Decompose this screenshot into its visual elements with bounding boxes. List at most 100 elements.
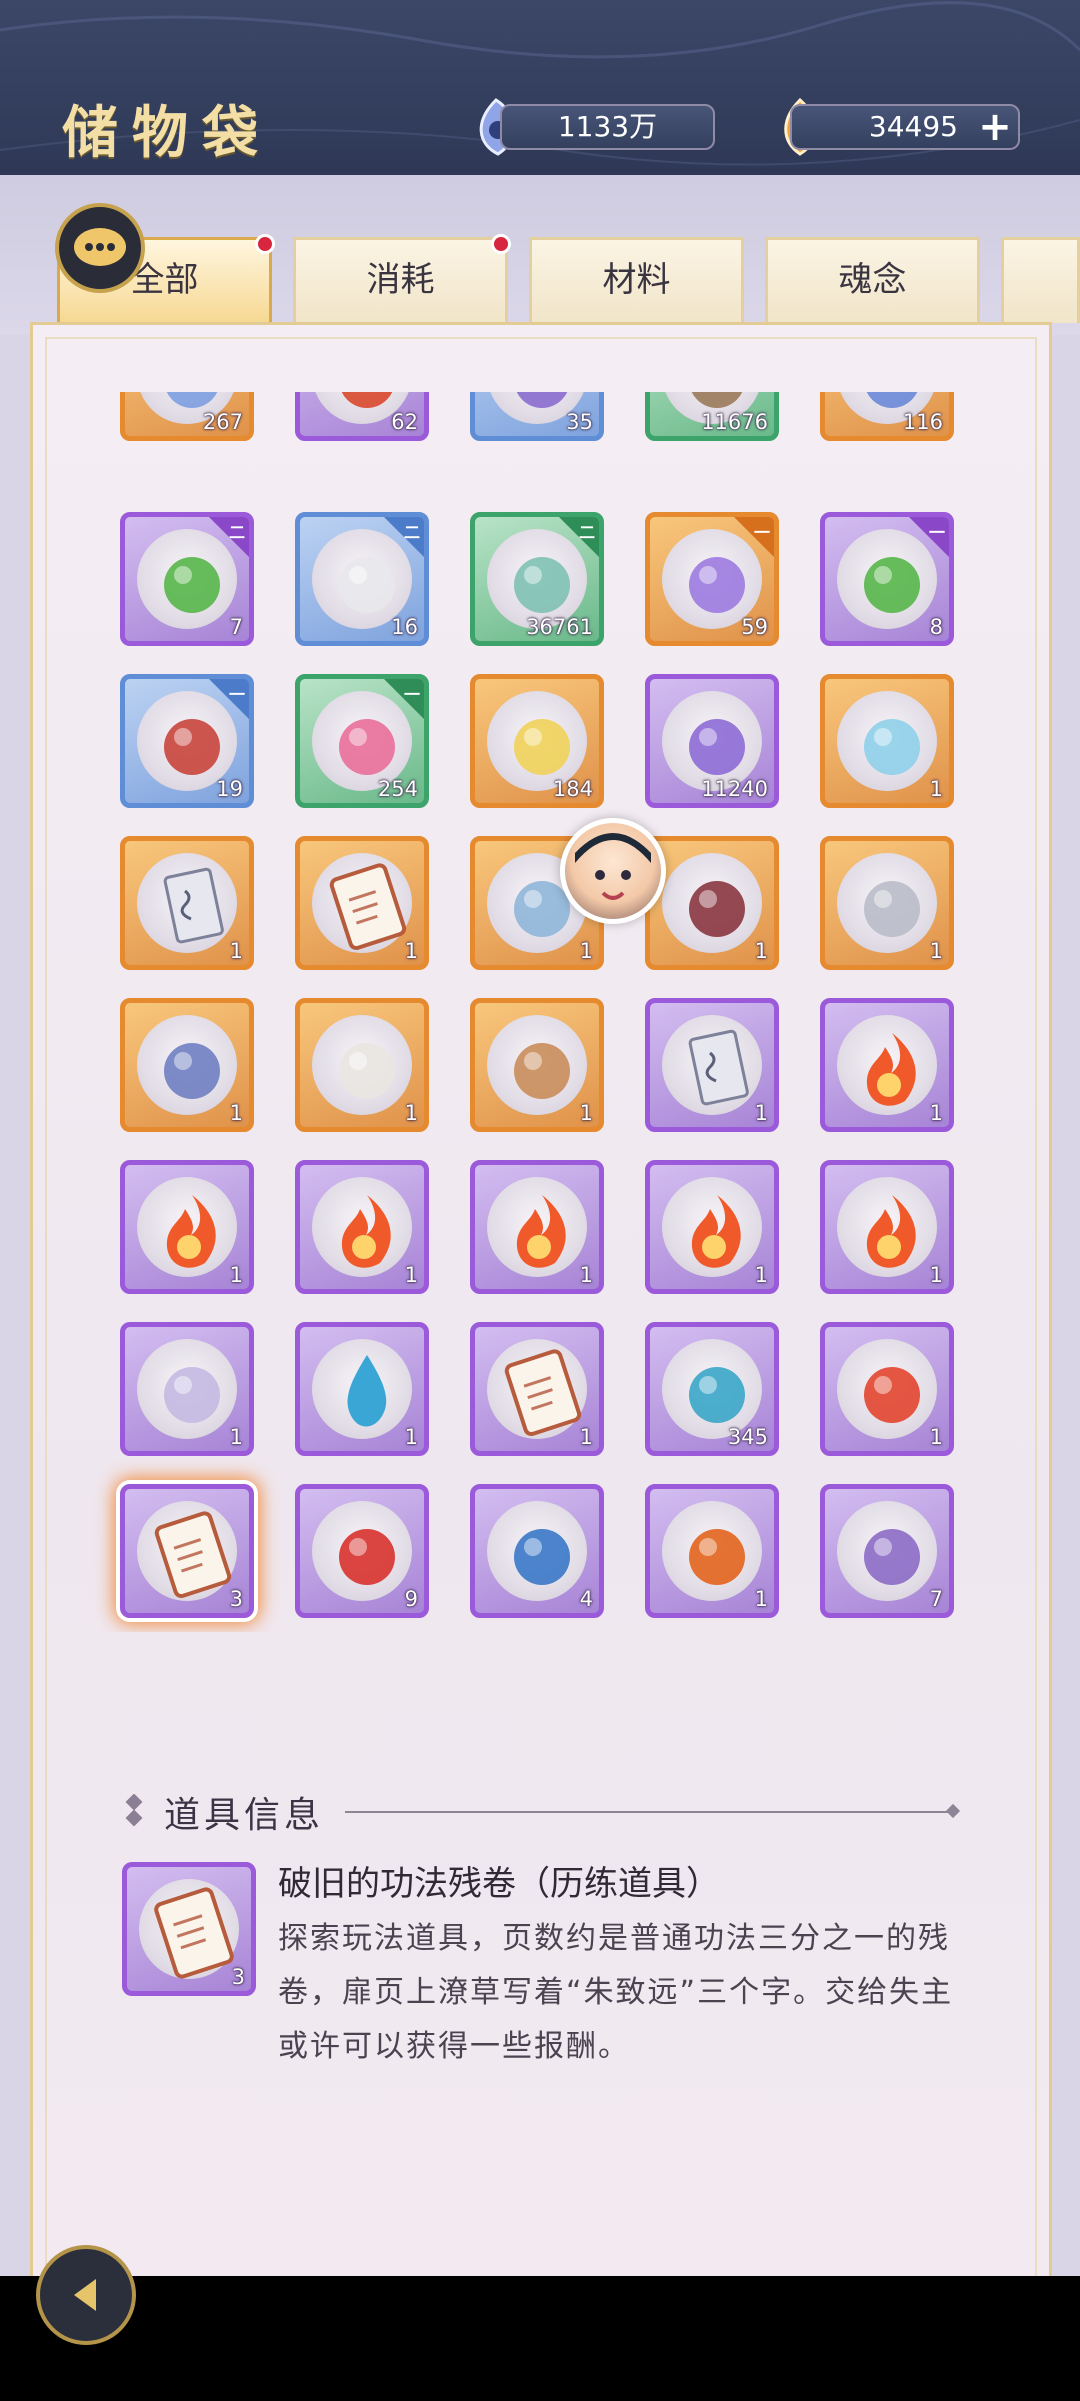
item-quantity: 59 xyxy=(741,615,768,639)
inventory-slot[interactable]: 二 36761 xyxy=(470,512,604,646)
inventory-slot[interactable]: 1 xyxy=(120,998,254,1132)
inventory-slot[interactable]: 1 xyxy=(295,836,429,970)
tier-label: 一 xyxy=(228,685,245,704)
inventory-slot[interactable]: 11240 xyxy=(645,674,779,808)
item-quantity: 254 xyxy=(377,777,418,801)
inventory-slot[interactable]: 一 59 xyxy=(645,512,779,646)
fire-icon xyxy=(691,1195,741,1268)
fire-icon xyxy=(516,1195,566,1268)
item-quantity: 345 xyxy=(727,1425,768,1449)
scroll-icon xyxy=(329,863,407,951)
inventory-slot[interactable]: 1 xyxy=(470,1322,604,1456)
red-fire-orb-icon xyxy=(339,1529,395,1585)
item-quantity: 1 xyxy=(229,939,243,963)
inventory-slot[interactable]: 1 xyxy=(295,1160,429,1294)
blue-fire-orb-icon xyxy=(514,1529,570,1585)
tier-label: 一 xyxy=(403,685,420,704)
inventory-slot[interactable]: 35 xyxy=(470,392,604,441)
red-dot-badge xyxy=(491,234,511,254)
inventory-slot[interactable]: 1 xyxy=(645,836,779,970)
scroll-icon xyxy=(154,1887,234,1979)
inventory-slot[interactable]: 二7 xyxy=(120,512,254,646)
inventory-slot[interactable]: 1 xyxy=(470,1160,604,1294)
water-drop-icon xyxy=(347,1355,387,1427)
item-quantity: 1 xyxy=(929,1263,943,1287)
item-quantity: 19 xyxy=(216,777,243,801)
item-quantity: 7 xyxy=(929,1587,943,1611)
item-quantity: 35 xyxy=(566,410,593,434)
red-dot-badge xyxy=(255,234,275,254)
item-quantity: 1 xyxy=(404,1263,418,1287)
add-currency-button[interactable]: + xyxy=(975,107,1015,148)
item-quantity: 116 xyxy=(902,410,943,434)
tier-label: 二 xyxy=(403,523,420,542)
inventory-slot[interactable]: 184 xyxy=(470,674,604,808)
inventory-slot[interactable]: 1 xyxy=(295,998,429,1132)
inventory-slot[interactable]: 1 xyxy=(120,1160,254,1294)
diamond-ornament-icon xyxy=(125,1794,143,1827)
item-quantity: 16 xyxy=(391,615,418,639)
fire-icon xyxy=(866,1195,916,1268)
tab-soul[interactable]: 魂念 xyxy=(765,237,980,323)
inventory-slot[interactable]: 一 19 xyxy=(120,674,254,808)
scroll-icon xyxy=(504,1349,582,1437)
inventory-slot[interactable]: 11676 xyxy=(645,392,779,441)
tab-more-partial[interactable] xyxy=(1001,237,1080,323)
floating-assistant-avatar[interactable] xyxy=(560,818,666,924)
inventory-slot[interactable]: 1 xyxy=(820,1160,954,1294)
item-quantity: 1 xyxy=(404,939,418,963)
inventory-slot[interactable]: 1 xyxy=(645,998,779,1132)
inventory-slot[interactable]: 1 xyxy=(820,674,954,808)
chat-button[interactable] xyxy=(55,203,145,293)
back-button[interactable] xyxy=(36,2245,136,2345)
inventory-slot[interactable]: 9 xyxy=(295,1484,429,1618)
letter-icon xyxy=(339,1043,395,1099)
inventory-slot[interactable]: 一8 xyxy=(820,512,954,646)
inventory-slot[interactable]: 1 xyxy=(470,998,604,1132)
inventory-slot[interactable]: 1 xyxy=(120,836,254,970)
inventory-slot[interactable]: 267 xyxy=(120,392,254,441)
tab-label: 消耗 xyxy=(366,260,435,300)
inventory-slot[interactable]: 4 xyxy=(470,1484,604,1618)
orange-fire-orb-icon xyxy=(689,1529,745,1585)
item-quantity: 1 xyxy=(579,1425,593,1449)
item-quantity: 267 xyxy=(202,410,243,434)
selected-item-icon: 3 xyxy=(122,1862,256,1996)
inventory-slot[interactable]: 1 xyxy=(645,1160,779,1294)
fire-icon xyxy=(866,1033,916,1106)
heading-divider xyxy=(345,1811,955,1813)
item-info-heading: 道具信息 xyxy=(164,1795,325,1836)
item-quantity: 3 xyxy=(231,1965,245,1989)
inventory-slot[interactable]: 3 xyxy=(120,1484,254,1618)
item-quantity: 1 xyxy=(579,1101,593,1125)
inventory-slot[interactable]: 116 xyxy=(820,392,954,441)
inventory-slot[interactable]: 1 xyxy=(295,1322,429,1456)
item-quantity: 4 xyxy=(579,1587,593,1611)
item-quantity: 1 xyxy=(929,939,943,963)
arrow-left-icon xyxy=(74,2279,96,2311)
item-quantity: 1 xyxy=(404,1425,418,1449)
inventory-slot[interactable]: 一 254 xyxy=(295,674,429,808)
item-grid: 267 62 35 11676 116 二 7 二 16 二 36761 一 59 一 8 一 19 一 254 18… xyxy=(0,392,1080,1632)
inventory-slot[interactable]: 7 xyxy=(820,1484,954,1618)
inventory-slot[interactable]: 1 xyxy=(120,1322,254,1456)
tab-materials[interactable]: 材料 xyxy=(529,237,744,323)
inventory-slot[interactable]: 1 xyxy=(645,1484,779,1618)
inventory-slot[interactable]: 二 16 xyxy=(295,512,429,646)
inventory-slot[interactable]: 1 xyxy=(820,998,954,1132)
item-quantity: 1 xyxy=(404,1101,418,1125)
inventory-slot[interactable]: 62 xyxy=(295,392,429,441)
tab-consumables[interactable]: 消耗 xyxy=(293,234,511,323)
item-quantity: 1 xyxy=(929,1101,943,1125)
item-quantity: 1 xyxy=(229,1425,243,1449)
inventory-slot[interactable]: 1 xyxy=(820,1322,954,1456)
inventory-slot[interactable]: 345 xyxy=(645,1322,779,1456)
inventory-slot[interactable]: 1 xyxy=(820,836,954,970)
item-quantity: 1 xyxy=(579,939,593,963)
spirit-stone-counter: 1133万 xyxy=(500,104,715,150)
purple-scroll-icon xyxy=(864,1529,920,1585)
rolled-scroll-icon xyxy=(164,1367,220,1423)
ornate-box-icon xyxy=(164,1043,220,1099)
item-quantity: 1 xyxy=(929,1425,943,1449)
item-quantity: 1 xyxy=(929,777,943,801)
